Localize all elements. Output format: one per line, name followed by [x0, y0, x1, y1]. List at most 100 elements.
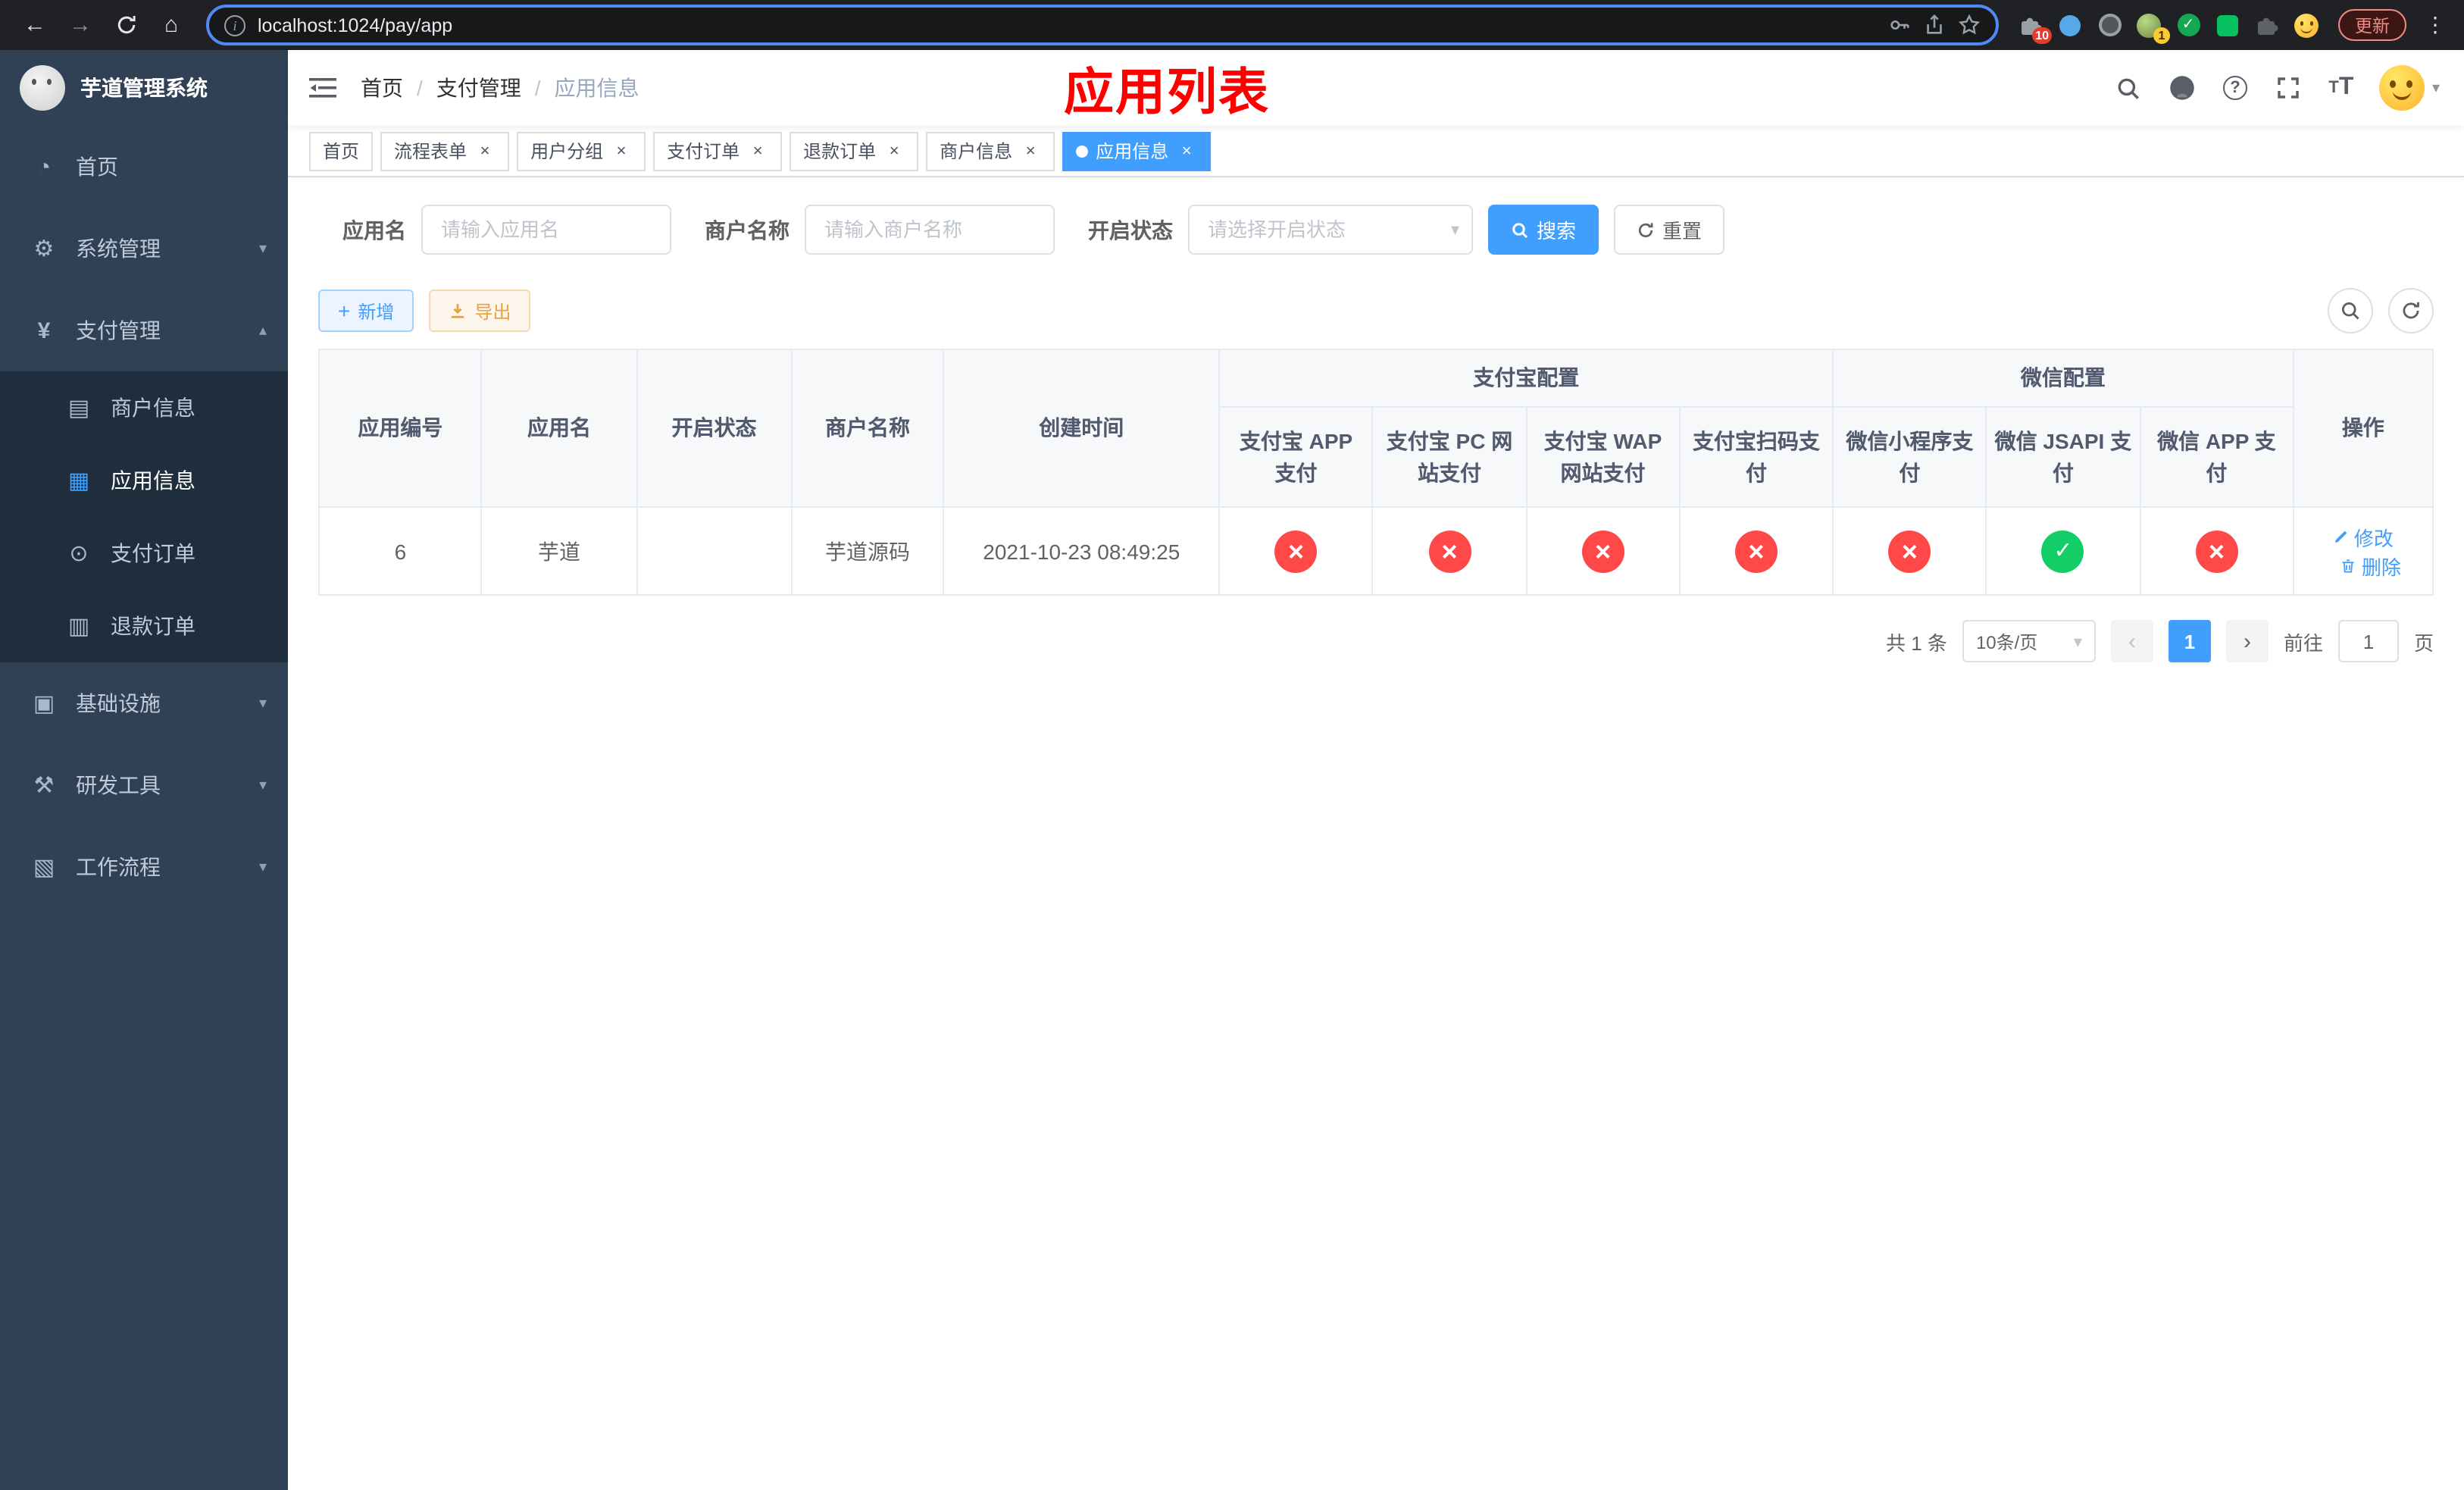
site-info-icon[interactable]: i: [224, 14, 245, 36]
circle-extension-icon[interactable]: [2096, 11, 2123, 39]
sidebar-item-payment[interactable]: ¥ 支付管理 ▴: [0, 290, 288, 371]
cell-app-name: 芋道: [480, 506, 638, 596]
fullscreen-icon[interactable]: [2273, 73, 2303, 103]
col-alipay-wap: 支付宝 WAP 网站支付: [1525, 406, 1681, 508]
reset-button[interactable]: 重置: [1614, 205, 1725, 255]
tab-merchant-info[interactable]: 商户信息 ×: [926, 131, 1055, 171]
col-group-alipay: 支付宝配置: [1218, 349, 1834, 408]
page-size-select[interactable]: 10条/页 ▾: [1962, 620, 2096, 662]
page-number-current[interactable]: 1: [2168, 620, 2211, 662]
app-name-input[interactable]: [421, 205, 671, 255]
export-button[interactable]: 导出: [429, 290, 531, 332]
col-created: 创建时间: [943, 349, 1221, 508]
sidebar-item-infra[interactable]: ▣ 基础设施 ▾: [0, 662, 288, 744]
screen: ← → ⌂ i localhost:1024/pay/app 10 1 ✓ 更新…: [0, 0, 2464, 1490]
github-icon[interactable]: [2167, 73, 2197, 103]
check-extension-icon[interactable]: ✓: [2175, 11, 2202, 39]
col-merchant: 商户名称: [790, 349, 945, 508]
refresh-table-button[interactable]: [2388, 288, 2434, 333]
browser-menu-icon[interactable]: ⋮: [2422, 12, 2449, 38]
tab-user-group[interactable]: 用户分组 ×: [517, 131, 646, 171]
emoji-extension-icon[interactable]: [2293, 11, 2320, 39]
tab-home[interactable]: 首页: [309, 131, 374, 171]
user-avatar[interactable]: ▾: [2378, 65, 2440, 111]
breadcrumb-home[interactable]: 首页: [361, 73, 403, 103]
browser-home-icon[interactable]: ⌂: [152, 5, 191, 45]
goto-unit-label: 页: [2413, 631, 2434, 654]
cross-icon: [1734, 530, 1778, 572]
search-button[interactable]: 搜索: [1488, 205, 1599, 255]
browser-refresh-icon[interactable]: [106, 5, 145, 45]
status-select[interactable]: ▾: [1188, 205, 1473, 255]
wechat-devtool-icon[interactable]: [2214, 11, 2241, 39]
show-search-button[interactable]: [2328, 288, 2373, 333]
tab-refund-order[interactable]: 退款订单 ×: [790, 131, 919, 171]
chevron-down-icon: ▾: [258, 240, 267, 257]
sidebar-item-system[interactable]: ⚙ 系统管理 ▾: [0, 208, 288, 290]
edit-link[interactable]: 修改: [2333, 522, 2394, 551]
puzzle2-extension-icon[interactable]: [2253, 11, 2281, 39]
tab-close-icon[interactable]: ×: [611, 140, 632, 161]
sidebar-item-pay-order[interactable]: ⊙ 支付订单: [0, 517, 288, 590]
add-button[interactable]: + 新增: [318, 290, 414, 332]
search-icon[interactable]: [2114, 73, 2144, 103]
order-icon: ⊙: [69, 541, 89, 567]
share-icon[interactable]: [1923, 14, 1946, 36]
extensions-puzzle-icon[interactable]: 10: [2017, 11, 2052, 43]
cross-icon: [1274, 530, 1318, 572]
font-size-icon[interactable]: TT: [2326, 73, 2356, 103]
browser-back-icon[interactable]: ←: [15, 5, 55, 45]
help-icon[interactable]: ?: [2220, 73, 2250, 103]
tools-icon: ⚒: [33, 773, 55, 799]
chevron-down-icon: ▾: [2073, 633, 2082, 651]
sidebar-logo[interactable]: 芋道管理系统: [0, 50, 288, 126]
breadcrumb-payment[interactable]: 支付管理: [436, 73, 521, 103]
avatar-caret-icon: ▾: [2431, 80, 2440, 96]
tab-pay-order[interactable]: 支付订单 ×: [653, 131, 783, 171]
goto-page-input[interactable]: [2337, 620, 2399, 662]
drop-extension-icon[interactable]: [2056, 11, 2084, 39]
sidebar-item-devtools[interactable]: ⚒ 研发工具 ▾: [0, 744, 288, 826]
password-key-icon[interactable]: [1888, 14, 1911, 36]
gear-icon: ⚙: [33, 236, 55, 262]
pagination: 共 1 条 10条/页 ▾ ‹ 1 › 前往 页: [318, 620, 2434, 662]
check-icon: [2041, 530, 2084, 572]
tab-app-info[interactable]: 应用信息 ×: [1062, 131, 1212, 171]
table-toolbar: + 新增 导出: [318, 288, 2434, 333]
sidebar-toggle-icon[interactable]: [306, 71, 339, 105]
sidebar-item-home[interactable]: ◔ 首页: [0, 126, 288, 208]
bookmark-star-icon[interactable]: [1958, 14, 1981, 36]
card-icon: ▤: [67, 396, 90, 421]
cell-merchant: 芋道源码: [790, 506, 945, 596]
document-icon: ▥: [67, 614, 90, 640]
workflow-icon: ▧: [33, 855, 55, 881]
delete-link[interactable]: 删除: [2340, 551, 2401, 580]
dashboard-icon: ◔: [36, 154, 52, 180]
tab-process-form[interactable]: 流程表单 ×: [380, 131, 510, 171]
col-app-id: 应用编号: [317, 349, 483, 508]
url-bar[interactable]: i localhost:1024/pay/app: [206, 5, 1999, 45]
next-page-button[interactable]: ›: [2225, 620, 2269, 662]
profile-extension-icon[interactable]: 1: [2135, 11, 2170, 43]
tab-close-icon[interactable]: ×: [474, 140, 496, 161]
sidebar-item-merchant-info[interactable]: ▤ 商户信息: [0, 371, 288, 444]
sidebar-item-app-info[interactable]: ▦ 应用信息: [0, 444, 288, 517]
breadcrumb-current: 应用信息: [554, 76, 639, 100]
sidebar-item-refund-order[interactable]: ▥ 退款订单: [0, 590, 288, 662]
cell-created: 2021-10-23 08:49:25: [943, 506, 1221, 596]
tab-close-icon[interactable]: ×: [1020, 140, 1041, 161]
col-alipay-app: 支付宝 APP 支付: [1218, 406, 1374, 508]
browser-forward-icon[interactable]: →: [61, 5, 100, 45]
prev-page-button[interactable]: ‹: [2110, 620, 2153, 662]
url-text: localhost:1024/pay/app: [258, 14, 453, 36]
table-row: 6 芋道 芋道源码 2021-10-23 08:49:25 × × × × × …: [317, 506, 2434, 596]
tab-close-icon[interactable]: ×: [883, 140, 905, 161]
browser-update-button[interactable]: 更新: [2338, 9, 2406, 41]
sidebar-item-workflow[interactable]: ▧ 工作流程 ▾: [0, 826, 288, 908]
filter-form: 应用名 商户名称 开启状态 ▾: [318, 205, 2434, 255]
chevron-down-icon: ▾: [258, 695, 267, 712]
merchant-name-input[interactable]: [805, 205, 1055, 255]
tab-close-icon[interactable]: ×: [747, 140, 768, 161]
tab-close-icon[interactable]: ×: [1176, 140, 1197, 161]
chevron-down-icon: ▾: [258, 777, 267, 794]
